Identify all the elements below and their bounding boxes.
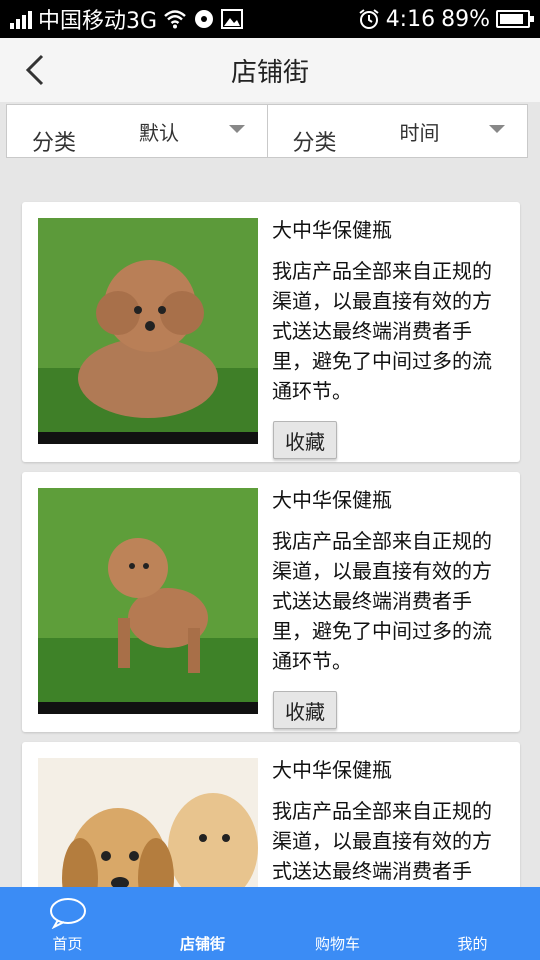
- image-icon: [221, 9, 244, 29]
- filter-bar: 分类 默认 分类 时间: [6, 104, 528, 158]
- tab-label: 购物车: [314, 935, 360, 953]
- dropdown-arrow-icon: [489, 125, 505, 133]
- clock-time: 4:16: [385, 6, 436, 32]
- chat-bubble-icon: [49, 898, 86, 929]
- shop-image: [38, 488, 258, 714]
- tab-home[interactable]: 首页: [0, 887, 135, 960]
- alarm-icon: [359, 9, 379, 29]
- shop-name: 大中华保健瓶: [272, 488, 392, 512]
- tab-label: 我的: [457, 935, 488, 953]
- bottom-tab-bar: 首页 店铺街 购物车 我的: [0, 887, 540, 960]
- shop-list[interactable]: 大中华保健瓶 我店产品全部来自正规的渠道，以最直接有效的方式送达最终端消费者手里…: [0, 164, 540, 887]
- filter-value: 默认: [139, 121, 179, 145]
- chevron-left-icon: [25, 54, 44, 86]
- shop-card[interactable]: 大中华保健瓶 我店产品全部来自正规的渠道，以最直接有效的方式送达最终端消费者手里…: [22, 742, 520, 887]
- favorite-button[interactable]: 收藏: [273, 691, 337, 729]
- wifi-icon: [164, 10, 186, 29]
- back-button[interactable]: [14, 48, 58, 92]
- shop-image: [38, 218, 258, 444]
- shop-name: 大中华保健瓶: [272, 758, 392, 782]
- tab-mine[interactable]: 我的: [405, 887, 540, 960]
- page-title: 店铺街: [230, 57, 309, 88]
- notification-icon: [195, 10, 214, 28]
- carrier-label: 中国移动3G: [38, 9, 158, 34]
- filter-value: 时间: [399, 121, 440, 145]
- tab-cart[interactable]: 购物车: [270, 887, 405, 960]
- filter-label: 分类: [292, 131, 337, 156]
- shop-card[interactable]: 大中华保健瓶 我店产品全部来自正规的渠道，以最直接有效的方式送达最终端消费者手里…: [22, 472, 520, 732]
- filter-time[interactable]: 分类 时间: [266, 105, 528, 157]
- favorite-button[interactable]: 收藏: [273, 421, 337, 459]
- filter-label: 分类: [32, 131, 77, 156]
- shop-image: [38, 758, 258, 887]
- filter-default[interactable]: 分类 默认: [7, 105, 267, 157]
- shop-card[interactable]: 大中华保健瓶 我店产品全部来自正规的渠道，以最直接有效的方式送达最终端消费者手里…: [22, 202, 520, 462]
- battery-icon: [496, 10, 534, 28]
- tab-shop-street[interactable]: 店铺街: [135, 887, 270, 960]
- shop-name: 大中华保健瓶: [272, 218, 392, 242]
- tab-label: 店铺街: [179, 935, 225, 953]
- signal-icon: [10, 9, 32, 29]
- status-bar: 中国移动3G 4:16 89%: [0, 0, 540, 38]
- shop-description: 我店产品全部来自正规的渠道，以最直接有效的方式送达最终端消费者手里，避免了中间过…: [272, 529, 492, 673]
- shop-description: 我店产品全部来自正规的渠道，以最直接有效的方式送达最终端消费者手里，避免了中间过…: [272, 799, 492, 883]
- shop-description: 我店产品全部来自正规的渠道，以最直接有效的方式送达最终端消费者手里，避免了中间过…: [272, 259, 492, 403]
- battery-percent: 89%: [441, 6, 490, 32]
- dropdown-arrow-icon: [228, 125, 245, 133]
- tab-label: 首页: [52, 935, 83, 953]
- title-bar: 店铺街: [0, 38, 540, 102]
